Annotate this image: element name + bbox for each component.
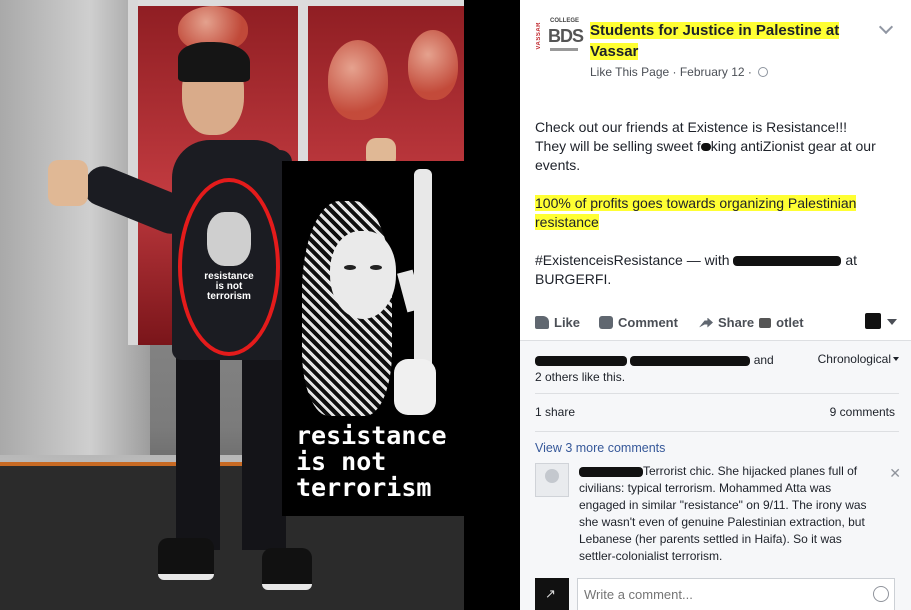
post-actions: Like Comment Share otlet (535, 308, 901, 338)
divider (535, 393, 899, 394)
leg (176, 350, 220, 550)
logo-underline (550, 48, 578, 51)
shares-count[interactable]: 1 share (535, 405, 575, 419)
comment-icon (599, 316, 613, 329)
zoom-hand (394, 359, 436, 415)
write-comment-row (535, 578, 901, 610)
shoe (158, 538, 214, 580)
redaction (759, 317, 772, 328)
comment-button[interactable]: Comment (599, 315, 678, 330)
eye (344, 265, 356, 270)
hand-peace-sign (48, 160, 88, 206)
post-text: at (845, 252, 857, 268)
post-body: Check out our friends at Existence is Re… (535, 118, 901, 308)
post-header: VASSAR COLLEGE BDS Students for Justice … (536, 16, 901, 86)
comment-body: Terrorist chic. She hijacked planes full… (579, 463, 879, 565)
logo-bds-text: BDS (548, 26, 584, 46)
share-icon (699, 317, 713, 328)
location-link[interactable]: BURGERFI. (535, 271, 611, 287)
post-text-highlight: resistance (535, 214, 599, 230)
zoom-face (330, 231, 396, 319)
post-paragraph: Check out our friends at Existence is Re… (535, 118, 901, 175)
share-suffix: otlet (776, 315, 804, 330)
leg (242, 350, 286, 550)
post-paragraph: #ExistenceisResistance — with at BURGERF… (535, 251, 901, 289)
balloon-decor (328, 40, 388, 120)
emoji-icon[interactable] (873, 586, 889, 602)
redaction (535, 355, 627, 366)
post-paragraph: 100% of profits goes towards organizing … (535, 194, 901, 232)
chevron-down-icon[interactable] (878, 19, 894, 35)
divider (535, 431, 899, 432)
hashtag-link[interactable]: #ExistenceisResistance — with (535, 252, 730, 268)
comment-order-dropdown[interactable]: Chronological (818, 352, 899, 366)
shoe (262, 548, 312, 590)
post-meta: Like This Page · February 12 · (590, 65, 769, 79)
likes-summary[interactable]: and 2 others like this. (535, 352, 785, 386)
page-logo[interactable]: VASSAR COLLEGE BDS (536, 18, 584, 58)
facebook-post: VASSAR COLLEGE BDS Students for Justice … (520, 0, 911, 610)
balloon-decor (408, 30, 458, 100)
comments-count[interactable]: 9 comments (830, 405, 895, 419)
avatar[interactable] (535, 463, 569, 497)
chevron-down-icon (893, 357, 899, 361)
screenshot-root: resistance is not terrorism resistance i… (0, 0, 911, 610)
comment-label: Comment (618, 315, 678, 330)
likes-others: 2 others like this. (535, 370, 626, 384)
post-text: Check out our friends at Existence is Re… (535, 119, 848, 135)
comment-input[interactable] (577, 578, 895, 610)
comments-section: and 2 others like this. Chronological 1 … (520, 340, 911, 610)
photo: resistance is not terrorism resistance i… (0, 0, 464, 610)
like-button[interactable]: Like (535, 315, 580, 330)
zoom-slogan: resistance is not terrorism (296, 423, 456, 501)
redaction (700, 143, 711, 152)
chevron-down-icon[interactable] (887, 319, 897, 325)
window-bar (138, 0, 464, 6)
comment-text: Terrorist chic. She hijacked planes full… (579, 464, 867, 563)
page-name-link[interactable]: Students for Justice in Palestine at Vas… (590, 20, 860, 62)
close-icon[interactable]: ✕ (889, 465, 901, 482)
share-button[interactable]: Share otlet (699, 315, 804, 330)
comment-order-label: Chronological (817, 352, 891, 366)
post-date[interactable]: February 12 (680, 65, 745, 79)
redaction (630, 355, 751, 366)
redaction (733, 256, 842, 267)
avatar (535, 578, 569, 610)
post-text-highlight: 100% of profits goes towards organizing … (535, 195, 857, 211)
zoom-text-line: resistance (296, 421, 447, 450)
share-label: Share (718, 315, 755, 330)
person-hair (178, 42, 250, 82)
post-text: They will be selling sweet f (535, 138, 701, 154)
redaction (579, 466, 643, 477)
view-more-comments-link[interactable]: View 3 more comments (535, 441, 665, 455)
like-label: Like (554, 315, 581, 330)
page-name-line: Students for Justice in Palestine at (590, 22, 840, 39)
post-as-avatar[interactable] (865, 313, 881, 329)
like-icon (535, 316, 549, 329)
eye (370, 265, 382, 270)
red-highlight-ellipse (178, 178, 280, 356)
likes-and: and (753, 353, 774, 367)
black-separator (464, 0, 520, 610)
like-page-link[interactable]: Like This Page (590, 65, 669, 79)
logo-vertical-text: VASSAR (536, 22, 542, 50)
shirt-print-zoom: resistance is not terrorism (282, 161, 464, 516)
globe-icon (758, 67, 769, 77)
zoom-text-line: terrorism (296, 473, 432, 502)
zoom-text-line: is not (296, 447, 387, 476)
logo-college-text: COLLEGE (550, 18, 580, 24)
page-name-line: Vassar (590, 43, 639, 60)
